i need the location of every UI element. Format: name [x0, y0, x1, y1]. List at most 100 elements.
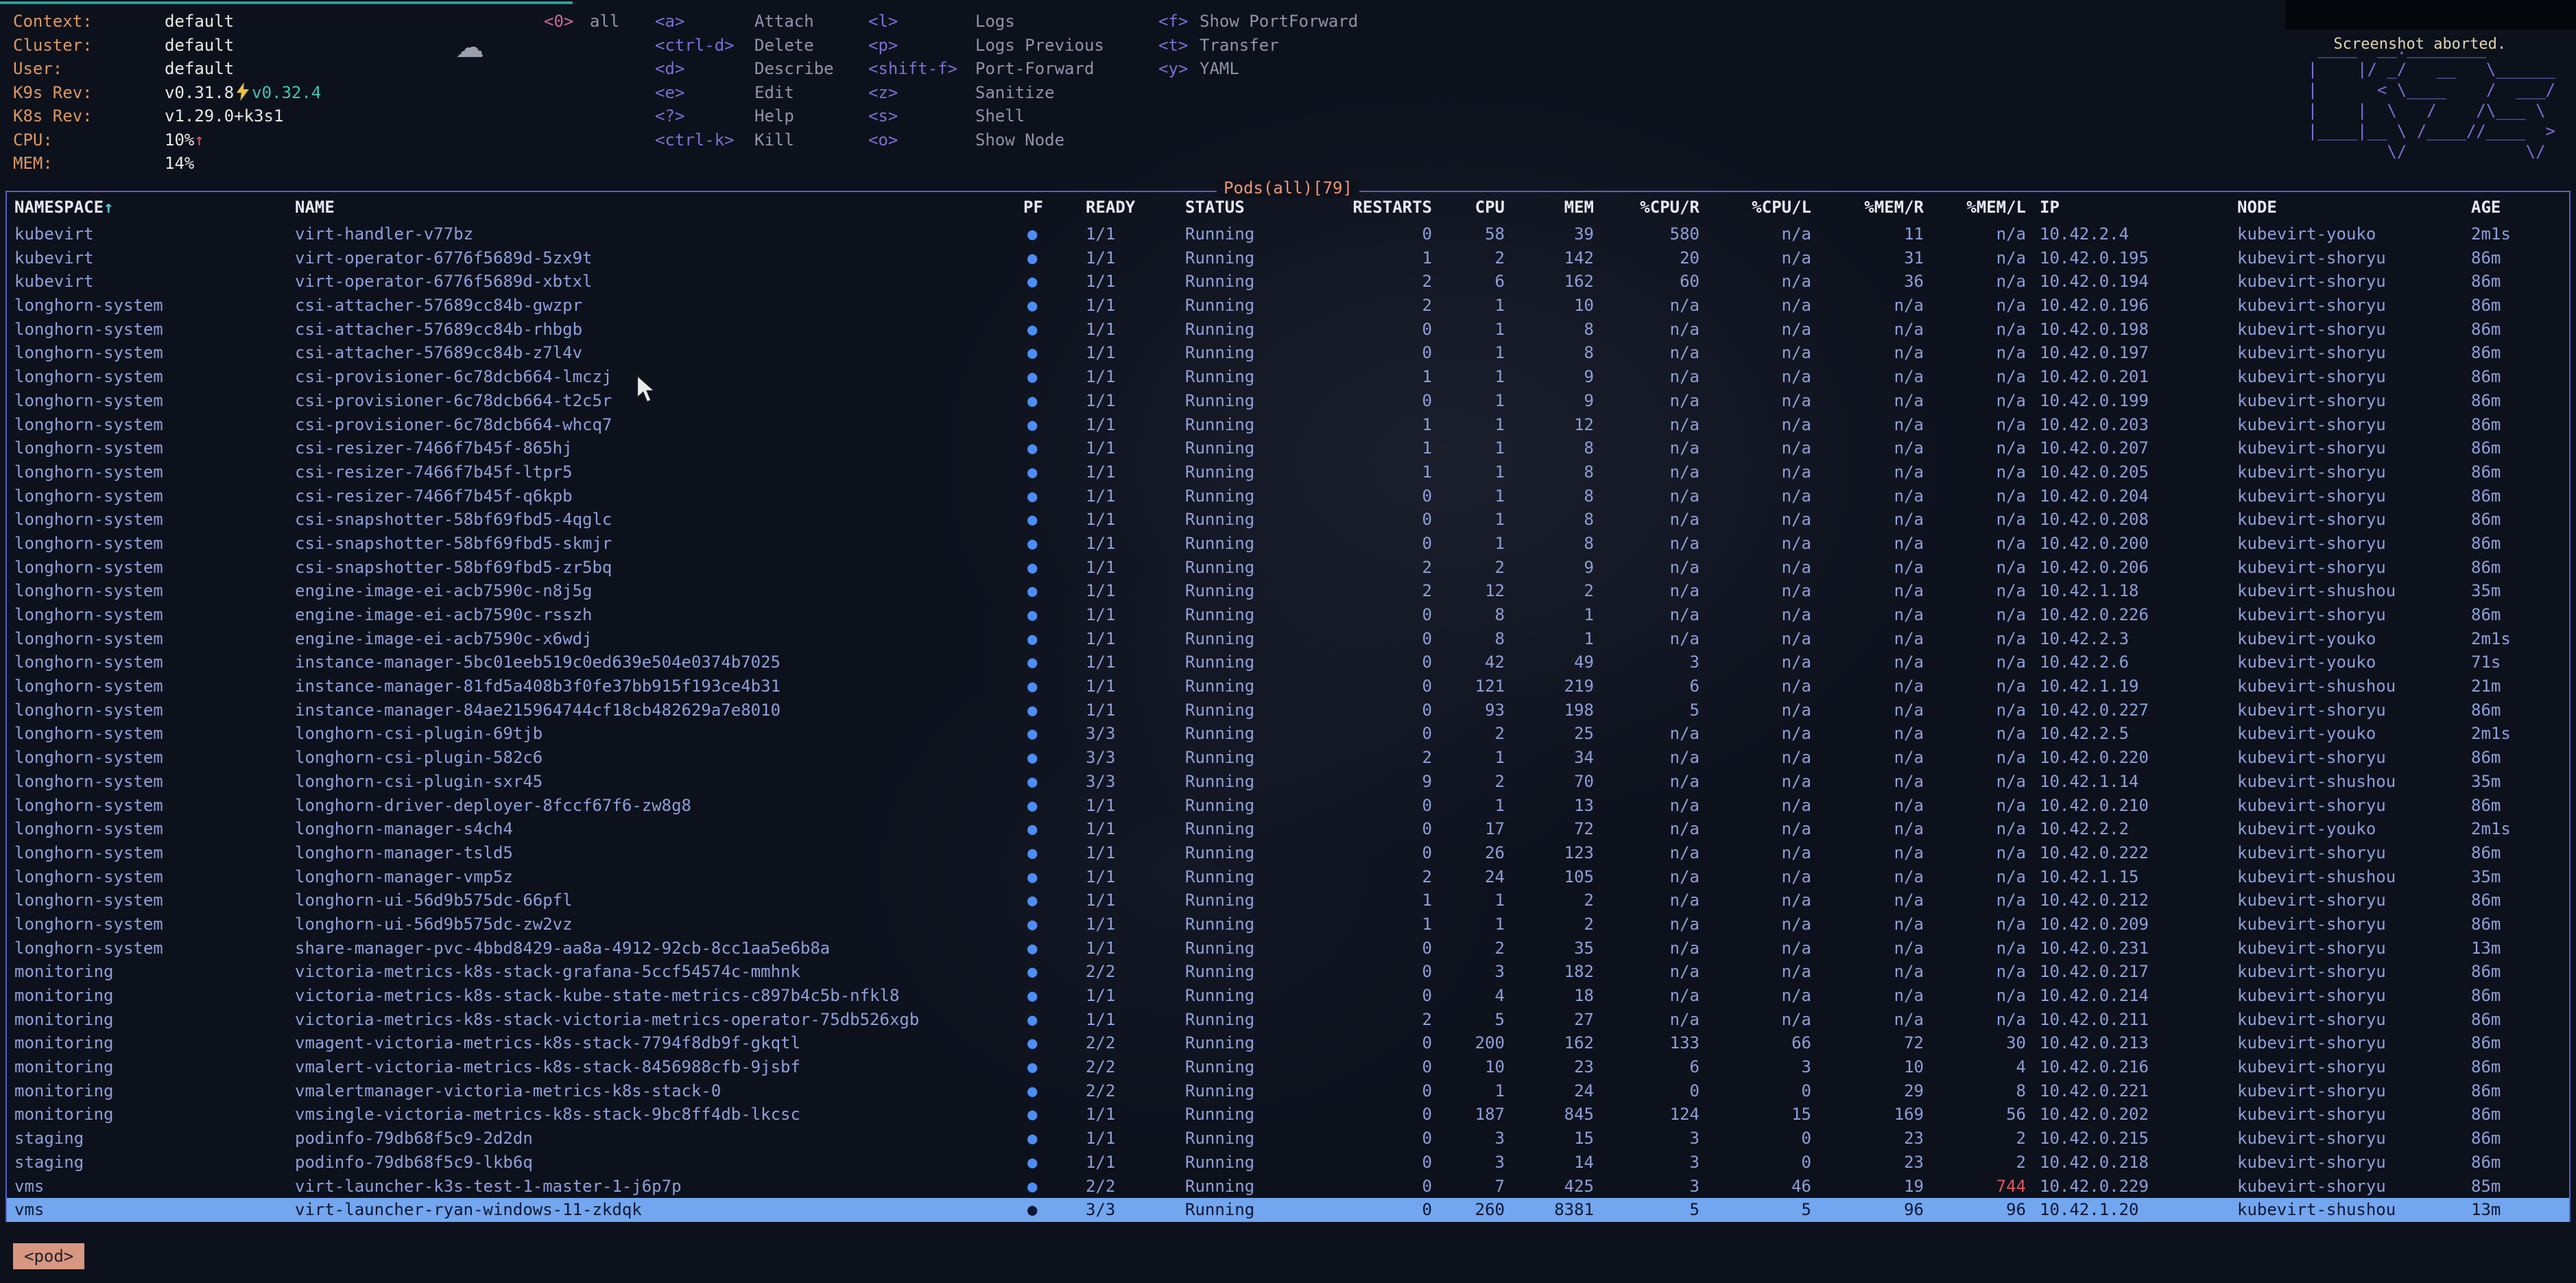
table-row[interactable]: kubevirtvirt-operator-6776f5689d-5zx9t●1… [7, 246, 2569, 270]
table-row[interactable]: vmsvirt-launcher-k3s-test-1-master-1-j6p… [7, 1175, 2569, 1199]
cell-cpul: n/a [1700, 460, 1811, 484]
cell-ip: 10.42.0.210 [2026, 794, 2237, 818]
cell-meml: 744 [1924, 1175, 2026, 1199]
table-row[interactable]: longhorn-systeminstance-manager-5bc01eeb… [7, 650, 2569, 674]
table-row[interactable]: kubevirtvirt-operator-6776f5689d-xbtxl●1… [7, 270, 2569, 294]
table-row[interactable]: longhorn-systemcsi-attacher-57689cc84b-g… [7, 294, 2569, 318]
table-row[interactable]: longhorn-systemcsi-snapshotter-58bf69fbd… [7, 556, 2569, 580]
cell-cpur: n/a [1594, 389, 1700, 413]
cell-age: 86m [2471, 888, 2560, 913]
table-row[interactable]: stagingpodinfo-79db68f5c9-2d2dn●1/1Runni… [7, 1127, 2569, 1151]
cell-ns: staging [14, 1127, 295, 1151]
cell-status: Running [1185, 888, 1350, 913]
cell-status: Running [1185, 984, 1350, 1008]
column-header-memr[interactable]: %MEM/R [1811, 192, 1924, 222]
cell-age: 86m [2471, 341, 2560, 365]
column-header-ns[interactable]: NAMESPACE↑ [14, 192, 295, 222]
table-row[interactable]: longhorn-systemlonghorn-ui-56d9b575dc-66… [7, 888, 2569, 913]
cell-status: Running [1185, 365, 1350, 389]
column-header-node[interactable]: NODE [2237, 192, 2471, 222]
cell-age: 86m [2471, 1127, 2560, 1151]
table-row[interactable]: longhorn-systemengine-image-ei-acb7590c-… [7, 627, 2569, 651]
hotkey-label: all [590, 12, 619, 31]
table-row[interactable]: longhorn-systemcsi-resizer-7466f7b45f-86… [7, 436, 2569, 460]
breadcrumb-pod[interactable]: <pod> [13, 1243, 84, 1269]
table-row[interactable]: longhorn-systemcsi-snapshotter-58bf69fbd… [7, 532, 2569, 556]
cell-cpur: n/a [1594, 294, 1700, 318]
table-row[interactable]: longhorn-systemlonghorn-csi-plugin-sxr45… [7, 770, 2569, 794]
cell-cpur: n/a [1594, 722, 1700, 746]
table-row[interactable]: stagingpodinfo-79db68f5c9-lkb6q●1/1Runni… [7, 1151, 2569, 1175]
cell-restarts: 0 [1350, 794, 1432, 818]
cell-meml: n/a [1924, 627, 2026, 651]
column-header-name[interactable]: NAME [295, 192, 1023, 222]
cell-memr: n/a [1811, 913, 1924, 937]
column-header-ready[interactable]: READY [1086, 192, 1185, 222]
cell-cpur: n/a [1594, 603, 1700, 627]
cell-ns: longhorn-system [14, 532, 295, 556]
info-label: K9s Rev: [13, 81, 165, 105]
column-header-restarts[interactable]: RESTARTS [1350, 192, 1432, 222]
table-row[interactable]: kubevirtvirt-handler-v77bz●1/1Running058… [7, 222, 2569, 246]
column-header-cpu[interactable]: CPU [1432, 192, 1505, 222]
table-row[interactable]: longhorn-systemengine-image-ei-acb7590c-… [7, 603, 2569, 627]
table-row[interactable]: longhorn-systemcsi-snapshotter-58bf69fbd… [7, 508, 2569, 532]
table-row[interactable]: monitoringvictoria-metrics-k8s-stack-kub… [7, 984, 2569, 1008]
table-row[interactable]: longhorn-systemcsi-resizer-7466f7b45f-q6… [7, 484, 2569, 508]
column-header-pf[interactable]: PF [1023, 192, 1086, 222]
cell-meml: n/a [1924, 294, 2026, 318]
cell-mem: 15 [1505, 1127, 1594, 1151]
column-header-mem[interactable]: MEM [1505, 192, 1594, 222]
cell-age: 86m [2471, 913, 2560, 937]
table-row[interactable]: longhorn-systeminstance-manager-84ae2159… [7, 698, 2569, 722]
table-row[interactable]: longhorn-systemcsi-attacher-57689cc84b-r… [7, 318, 2569, 342]
table-row[interactable]: longhorn-systemlonghorn-manager-s4ch4●1/… [7, 817, 2569, 841]
cell-ip: 10.42.1.18 [2026, 579, 2237, 603]
table-row[interactable]: monitoringvmalert-victoria-metrics-k8s-s… [7, 1055, 2569, 1079]
table-row[interactable]: vmsvirt-launcher-ryan-windows-11-zkdqk●3… [7, 1198, 2569, 1222]
table-row[interactable]: longhorn-systemcsi-provisioner-6c78dcb66… [7, 389, 2569, 413]
table-row[interactable]: longhorn-systemcsi-provisioner-6c78dcb66… [7, 413, 2569, 437]
table-row[interactable]: longhorn-systemlonghorn-manager-tsld5●1/… [7, 841, 2569, 865]
cell-ready: 1/1 [1086, 794, 1185, 818]
cell-status: Running [1185, 508, 1350, 532]
table-row[interactable]: longhorn-systemlonghorn-csi-plugin-582c6… [7, 746, 2569, 770]
cell-node: kubevirt-shoryu [2237, 1151, 2471, 1175]
table-row[interactable]: monitoringvmagent-victoria-metrics-k8s-s… [7, 1031, 2569, 1055]
table-row[interactable]: longhorn-systemengine-image-ei-acb7590c-… [7, 579, 2569, 603]
column-header-age[interactable]: AGE [2471, 192, 2560, 222]
column-header-meml[interactable]: %MEM/L [1924, 192, 2026, 222]
cell-node: kubevirt-shoryu [2237, 888, 2471, 913]
table-row[interactable]: longhorn-systemcsi-resizer-7466f7b45f-lt… [7, 460, 2569, 484]
cell-cpu: 1 [1432, 913, 1505, 937]
cell-name: vmagent-victoria-metrics-k8s-stack-7794f… [295, 1031, 1023, 1055]
cell-cpul: n/a [1700, 294, 1811, 318]
hotkey-label: Port-Forward [975, 59, 1094, 78]
table-row[interactable]: monitoringvictoria-metrics-k8s-stack-gra… [7, 960, 2569, 984]
cell-ip: 10.42.0.209 [2026, 913, 2237, 937]
cell-meml: 56 [1924, 1103, 2026, 1127]
cell-cpur: n/a [1594, 794, 1700, 818]
column-header-cpur[interactable]: %CPU/R [1594, 192, 1700, 222]
table-row[interactable]: monitoringvictoria-metrics-k8s-stack-vic… [7, 1008, 2569, 1032]
table-row[interactable]: monitoringvmalertmanager-victoria-metric… [7, 1079, 2569, 1103]
table-row[interactable]: monitoringvmsingle-victoria-metrics-k8s-… [7, 1103, 2569, 1127]
column-header-cpul[interactable]: %CPU/L [1700, 192, 1811, 222]
cell-ready: 1/1 [1086, 508, 1185, 532]
table-row[interactable]: longhorn-systemcsi-attacher-57689cc84b-z… [7, 341, 2569, 365]
table-row[interactable]: longhorn-systemshare-manager-pvc-4bbd842… [7, 937, 2569, 961]
cell-status: Running [1185, 746, 1350, 770]
cell-mem: 35 [1505, 937, 1594, 961]
cell-ns: monitoring [14, 984, 295, 1008]
table-row[interactable]: longhorn-systemlonghorn-csi-plugin-69tjb… [7, 722, 2569, 746]
cell-name: virt-operator-6776f5689d-5zx9t [295, 246, 1023, 270]
cell-ns: longhorn-system [14, 937, 295, 961]
table-row[interactable]: longhorn-systemlonghorn-ui-56d9b575dc-zw… [7, 913, 2569, 937]
table-row[interactable]: longhorn-systemlonghorn-manager-vmp5z●1/… [7, 865, 2569, 889]
cell-status: Running [1185, 1151, 1350, 1175]
cell-memr: 36 [1811, 270, 1924, 294]
table-row[interactable]: longhorn-systemlonghorn-driver-deployer-… [7, 794, 2569, 818]
table-row[interactable]: longhorn-systeminstance-manager-81fd5a40… [7, 674, 2569, 698]
column-header-ip[interactable]: IP [2026, 192, 2237, 222]
table-row[interactable]: longhorn-systemcsi-provisioner-6c78dcb66… [7, 365, 2569, 389]
